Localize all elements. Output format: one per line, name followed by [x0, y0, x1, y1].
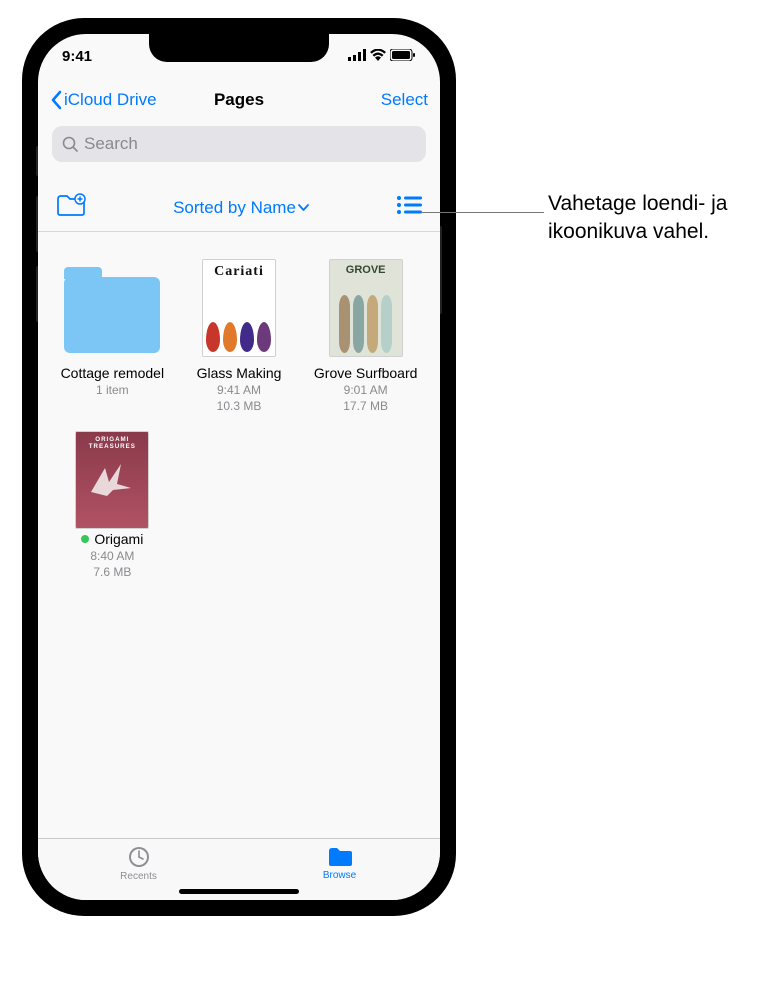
file-grid: Cottage remodel 1 item Cariati Glass Mak… — [38, 239, 440, 838]
back-button[interactable]: iCloud Drive — [50, 90, 157, 110]
wifi-icon — [370, 48, 386, 65]
folder-icon — [327, 846, 353, 868]
file-size: 7.6 MB — [93, 565, 131, 581]
file-name: Origami — [94, 531, 143, 548]
file-item-doc[interactable]: GROVE Grove Surfboard 9:01 AM 17.7 MB — [305, 251, 426, 415]
doc-thumbnail: GROVE — [318, 257, 414, 359]
tab-label: Recents — [120, 871, 157, 882]
screen: 9:41 iCloud Drive Pages Select — [38, 34, 440, 900]
clock-icon — [127, 845, 151, 869]
notch — [149, 34, 329, 62]
list-icon — [396, 195, 422, 215]
chevron-left-icon — [50, 90, 62, 110]
file-time: 9:01 AM — [344, 383, 388, 399]
back-label: iCloud Drive — [64, 90, 157, 110]
tab-browse[interactable]: Browse — [239, 839, 440, 888]
home-indicator[interactable] — [179, 889, 299, 894]
list-view-toggle-button[interactable] — [396, 195, 422, 220]
doc-thumbnail: ORIGAMI TREASURES — [64, 429, 160, 531]
search-icon — [62, 136, 78, 152]
file-size: 10.3 MB — [217, 399, 262, 415]
tab-recents[interactable]: Recents — [38, 839, 239, 888]
phone-frame: 9:41 iCloud Drive Pages Select — [22, 18, 456, 916]
status-time: 9:41 — [62, 48, 92, 65]
new-folder-button[interactable] — [56, 193, 86, 222]
cellular-icon — [348, 48, 366, 65]
callout-text: Vahetage loendi- ja ikoonikuva vahel. — [548, 190, 748, 247]
file-time: 9:41 AM — [217, 383, 261, 399]
file-meta: 1 item — [96, 383, 129, 399]
file-name: Glass Making — [197, 365, 282, 382]
sort-label: Sorted by Name — [173, 198, 296, 218]
file-time: 8:40 AM — [90, 549, 134, 565]
select-button[interactable]: Select — [381, 90, 428, 110]
file-name: Grove Surfboard — [314, 365, 418, 382]
file-item-doc[interactable]: ORIGAMI TREASURES Origami 8:40 AM 7.6 MB — [52, 423, 173, 581]
doc-thumbnail: Cariati — [191, 257, 287, 359]
sort-button[interactable]: Sorted by Name — [173, 198, 309, 218]
file-name: Cottage remodel — [61, 365, 165, 382]
tag-dot-green — [81, 535, 89, 543]
chevron-down-icon — [298, 204, 309, 211]
search-input[interactable]: Search — [52, 126, 426, 162]
file-item-folder[interactable]: Cottage remodel 1 item — [52, 251, 173, 415]
battery-icon — [390, 48, 416, 65]
file-size: 17.7 MB — [343, 399, 388, 415]
file-item-doc[interactable]: Cariati Glass Making 9:41 AM 10.3 MB — [179, 251, 300, 415]
folder-icon — [64, 257, 160, 359]
toolbar: Sorted by Name — [38, 184, 440, 232]
search-placeholder: Search — [84, 134, 138, 154]
page-title: Pages — [214, 90, 264, 110]
callout-leader-line — [422, 212, 544, 213]
tab-label: Browse — [323, 870, 356, 881]
nav-bar: iCloud Drive Pages Select — [38, 78, 440, 122]
